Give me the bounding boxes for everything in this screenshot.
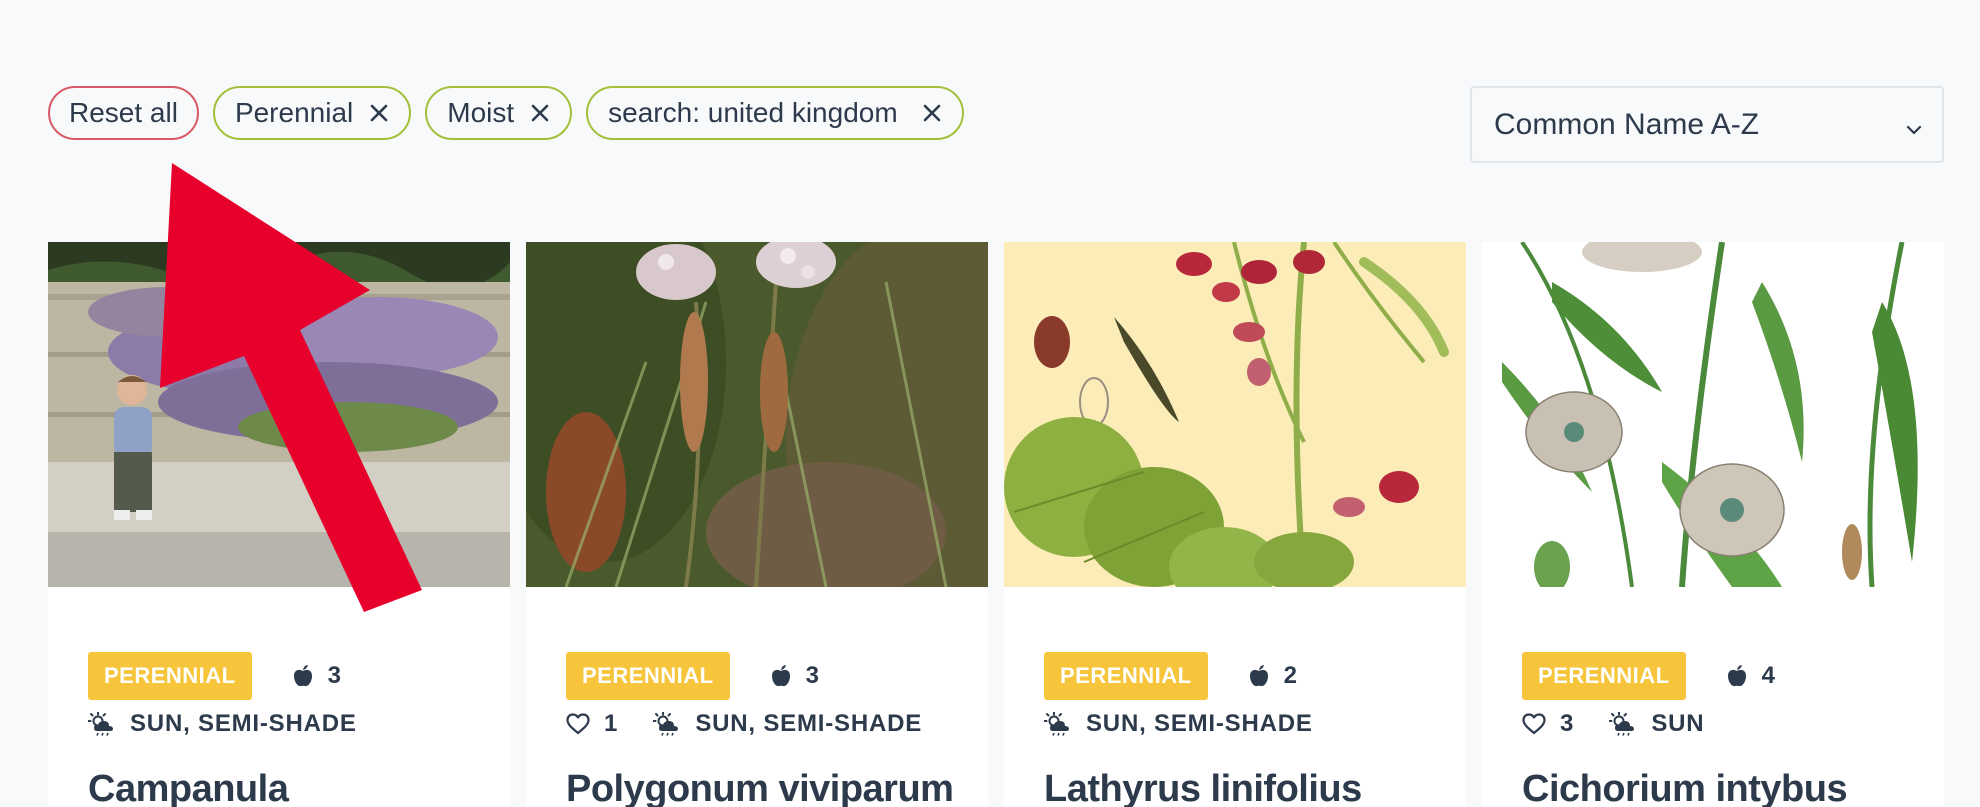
filter-chip-label: search: united kingdom [608, 97, 898, 128]
edible-stat: 3 [292, 662, 341, 690]
edible-count: 4 [1761, 662, 1775, 689]
light-requirement: SUN [1651, 710, 1705, 737]
close-icon[interactable] [530, 103, 550, 123]
likes-stat[interactable]: 1 [566, 710, 617, 738]
light-requirement: SUN, SEMI-SHADE [1086, 710, 1313, 737]
light-stat: SUN, SEMI-SHADE [1044, 710, 1313, 738]
heart-icon [566, 713, 590, 735]
apple-icon [1249, 665, 1268, 687]
apple-icon [771, 665, 790, 687]
plant-name: Campanula [88, 768, 289, 807]
sun-cloud-icon [653, 712, 679, 736]
likes-count: 1 [604, 710, 618, 737]
filter-chip-search[interactable]: search: united kingdom [586, 86, 965, 140]
sort-select[interactable]: Common Name A-Z [1470, 86, 1944, 163]
badge-row: PERENNIAL 4 [1522, 652, 1775, 700]
plant-card[interactable]: PERENNIAL 4 3 SUN Cichorium intybus [1482, 242, 1944, 807]
filter-chip-moist[interactable]: Moist [425, 86, 573, 140]
edible-count: 3 [805, 662, 819, 689]
lifecycle-badge: PERENNIAL [1044, 652, 1208, 700]
edible-stat: 4 [1726, 662, 1775, 690]
plant-name: Cichorium intybus [1522, 768, 1848, 807]
apple-icon [1727, 665, 1746, 687]
plant-card[interactable]: PERENNIAL 3 SUN, SEMI-SHADE Campanula [48, 242, 510, 807]
close-icon[interactable] [922, 103, 942, 123]
edible-count: 3 [327, 662, 341, 689]
edible-count: 2 [1283, 662, 1297, 689]
reset-all-label: Reset all [69, 97, 178, 128]
plant-image [526, 242, 988, 587]
plant-name: Polygonum viviparum [566, 768, 954, 807]
sun-cloud-icon [1609, 712, 1635, 736]
reset-all-button[interactable]: Reset all [48, 86, 199, 140]
apple-icon [293, 665, 312, 687]
active-filters: Reset all Perennial Moist search: united… [48, 86, 965, 140]
plant-image [48, 242, 510, 587]
plant-card-grid: PERENNIAL 3 SUN, SEMI-SHADE Campanula PE… [48, 242, 1944, 807]
lifecycle-badge: PERENNIAL [88, 652, 252, 700]
lifecycle-badge: PERENNIAL [1522, 652, 1686, 700]
filter-chip-label: Moist [447, 97, 515, 128]
filter-chip-perennial[interactable]: Perennial [212, 86, 412, 140]
light-stat: SUN, SEMI-SHADE [88, 710, 357, 738]
edible-stat: 2 [1248, 662, 1297, 690]
likes-stat[interactable]: 3 [1522, 710, 1573, 738]
light-stat: SUN [1609, 710, 1704, 738]
edible-stat: 3 [770, 662, 819, 690]
heart-icon [1522, 713, 1546, 735]
meta-row: SUN, SEMI-SHADE [1044, 710, 1313, 738]
plant-card[interactable]: PERENNIAL 2 SUN, SEMI-SHADE Lathyrus lin… [1004, 242, 1466, 807]
plant-card[interactable]: PERENNIAL 3 1 SUN, SEMI-SHADE Polygonum … [526, 242, 988, 807]
meta-row: 1 SUN, SEMI-SHADE [566, 710, 922, 738]
likes-count: 3 [1560, 710, 1574, 737]
plant-name: Lathyrus linifolius [1044, 768, 1362, 807]
page: Reset all Perennial Moist search: united… [0, 0, 1980, 807]
chevron-down-icon [1904, 114, 1924, 148]
plant-image [1482, 242, 1944, 587]
sun-cloud-icon [88, 712, 113, 736]
light-stat: SUN, SEMI-SHADE [653, 710, 922, 738]
filter-chip-label: Perennial [234, 97, 354, 128]
badge-row: PERENNIAL 2 [1044, 652, 1297, 700]
light-requirement: SUN, SEMI-SHADE [695, 710, 923, 737]
sort-selected-value: Common Name A-Z [1494, 107, 1760, 141]
badge-row: PERENNIAL 3 [566, 652, 819, 700]
lifecycle-badge: PERENNIAL [566, 652, 730, 700]
sun-cloud-icon [1044, 712, 1069, 736]
meta-row: 3 SUN [1522, 710, 1704, 738]
meta-row: SUN, SEMI-SHADE [88, 710, 357, 738]
light-requirement: SUN, SEMI-SHADE [130, 710, 357, 737]
close-icon[interactable] [369, 103, 389, 123]
plant-image [1004, 242, 1466, 587]
badge-row: PERENNIAL 3 [88, 652, 341, 700]
